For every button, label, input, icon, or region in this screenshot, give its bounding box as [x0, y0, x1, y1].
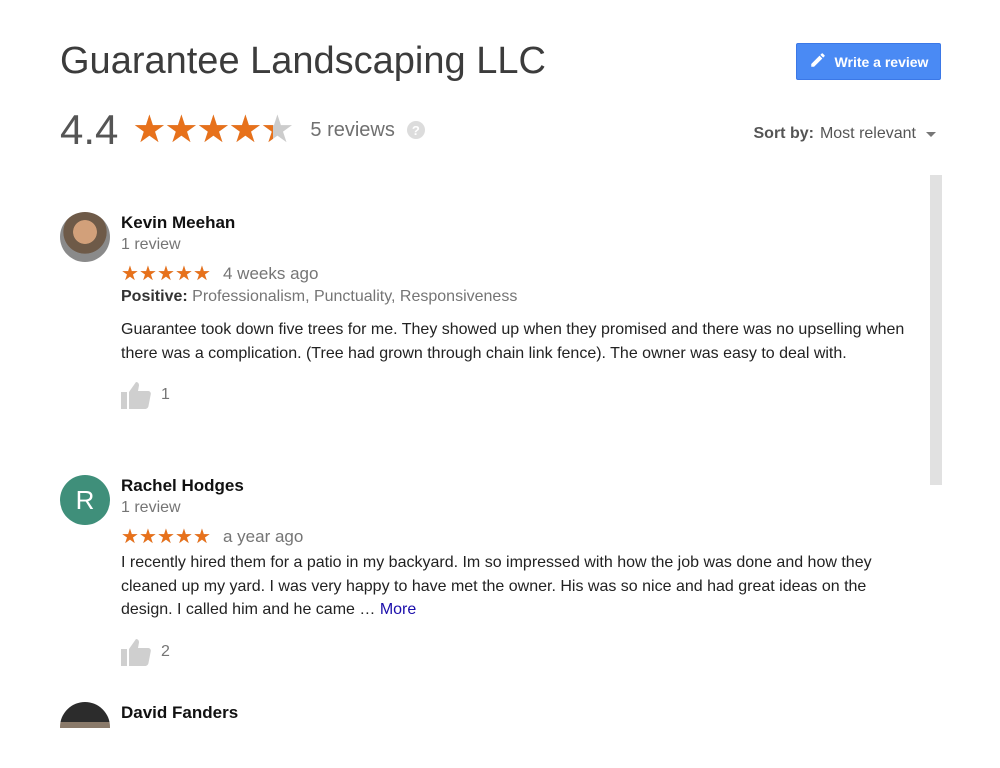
review-count-link[interactable]: 5 reviews [310, 119, 394, 142]
sort-dropdown[interactable]: Sort by: Most relevant [753, 125, 936, 143]
review-text-body: I recently hired them for a patio in my … [121, 554, 872, 618]
star-icon: ★★ [228, 109, 263, 151]
reviewer-name[interactable]: Kevin Meehan [121, 212, 920, 234]
star-icon: ★★ [260, 109, 295, 151]
star-icon: ★★ [175, 263, 193, 285]
pencil-icon [809, 51, 827, 72]
write-review-button[interactable]: Write a review [796, 43, 941, 80]
star-icon: ★★ [157, 263, 175, 285]
average-rating: 4.4 [60, 106, 119, 153]
sort-value: Most relevant [819, 125, 916, 142]
star-icon: ★★ [157, 526, 175, 548]
review-time: 4 weeks ago [223, 264, 319, 283]
avatar[interactable] [60, 702, 110, 728]
thumbs-up-icon [121, 381, 151, 409]
like-count: 1 [161, 386, 170, 403]
thumbs-up-icon [121, 638, 151, 666]
like-button[interactable]: 2 [121, 638, 920, 666]
star-icon: ★★ [121, 263, 139, 285]
star-icon: ★★ [139, 526, 157, 548]
review-item: David Fanders [60, 702, 920, 728]
star-icon: ★★ [175, 526, 193, 548]
review-time: a year ago [223, 527, 304, 546]
average-rating-stars: ★★★★★★★★★★ [132, 109, 295, 151]
like-count: 2 [161, 642, 170, 660]
avatar[interactable]: R [60, 475, 110, 525]
rating-summary: 4.4 ★★★★★★★★★★ 5 reviews ? [60, 100, 425, 160]
like-button[interactable]: 1 [121, 381, 920, 409]
reviewer-review-count: 1 review [121, 236, 181, 253]
star-icon: ★★ [164, 109, 199, 151]
star-icon: ★★ [193, 263, 211, 285]
star-icon: ★★ [121, 526, 139, 548]
business-title: Guarantee Landscaping LLC [60, 40, 546, 82]
reviewer-review-count: 1 review [121, 499, 181, 516]
scrollbar[interactable] [930, 175, 942, 485]
help-icon[interactable]: ? [406, 121, 425, 139]
caret-down-icon [926, 131, 936, 137]
review-stars: ★ ★ ★ ★ ★ ★ ★ ★ ★ ★ [121, 527, 211, 547]
avatar[interactable] [60, 212, 110, 262]
review-text: I recently hired them for a patio in my … [121, 551, 920, 622]
review-positive-tags: Positive: Professionalism, Punctuality, … [121, 288, 920, 306]
review-stars: ★ ★ ★ ★ ★ ★ ★ ★ ★ ★ [121, 264, 211, 284]
sort-label: Sort by: [753, 125, 814, 142]
write-review-label: Write a review [834, 53, 929, 70]
star-icon: ★★ [196, 109, 231, 151]
star-icon: ★★ [132, 109, 167, 151]
positive-values: Professionalism, Punctuality, Responsive… [192, 288, 518, 305]
star-icon: ★★ [193, 526, 211, 548]
reviewer-name[interactable]: David Fanders [121, 702, 920, 724]
star-icon: ★★ [139, 263, 157, 285]
reviewer-name[interactable]: Rachel Hodges [121, 475, 920, 497]
review-text: Guarantee took down five trees for me. T… [121, 321, 905, 362]
positive-label: Positive: [121, 288, 188, 305]
more-link[interactable]: More [380, 601, 416, 618]
